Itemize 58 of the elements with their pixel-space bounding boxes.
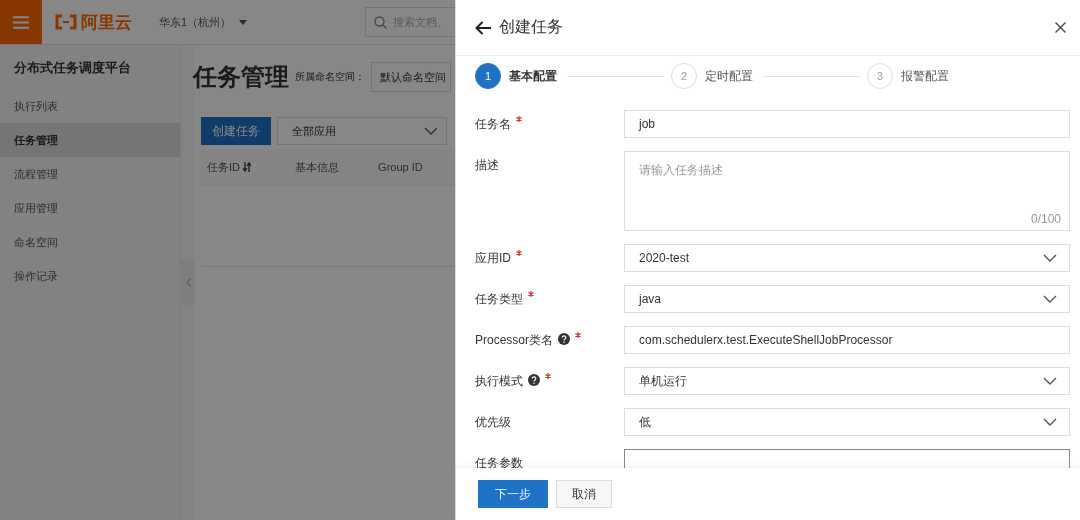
page-title: 任务管理 bbox=[193, 62, 289, 92]
field-label: 任务类型 bbox=[475, 292, 523, 306]
select-field[interactable]: 2020-test bbox=[624, 244, 1070, 272]
sidebar-item[interactable]: 命名空间 bbox=[0, 225, 180, 259]
back-arrow-icon[interactable] bbox=[475, 20, 491, 35]
input-field[interactable]: job bbox=[624, 110, 1070, 138]
field-label: 任务名 bbox=[475, 117, 511, 131]
chevron-down-icon bbox=[1043, 418, 1057, 426]
help-icon[interactable] bbox=[528, 374, 540, 386]
chevron-down-icon bbox=[424, 127, 438, 135]
platform-title: 分布式任务调度平台 bbox=[13, 59, 132, 77]
chevron-down-icon bbox=[1043, 377, 1057, 385]
sidebar-item[interactable]: 执行列表 bbox=[0, 89, 180, 123]
region-selector[interactable]: 华东1（杭州） bbox=[159, 14, 232, 30]
description-textarea[interactable]: 请输入任务描述 0/100 bbox=[624, 151, 1070, 231]
character-counter: 0/100 bbox=[1030, 212, 1061, 226]
step-label[interactable]: 定时配置 bbox=[705, 67, 753, 85]
field-label: 应用ID bbox=[475, 251, 511, 265]
drawer-title: 创建任务 bbox=[499, 17, 563, 37]
create-task-button[interactable]: 创建任务 bbox=[201, 117, 271, 145]
select-field[interactable]: 低 bbox=[624, 408, 1070, 436]
field-label: 执行模式 bbox=[475, 374, 523, 388]
sidebar-item[interactable]: 操作记录 bbox=[0, 259, 180, 293]
collapse-handle[interactable] bbox=[181, 259, 195, 305]
field-label: Processor类名 bbox=[475, 333, 554, 347]
step-number[interactable]: 1 bbox=[475, 63, 501, 89]
namespace-select[interactable]: 默认命名空间 bbox=[371, 62, 451, 92]
column-header: 基本信息 bbox=[295, 159, 340, 175]
caret-icon bbox=[239, 19, 248, 25]
sidebar-item[interactable]: 流程管理 bbox=[0, 157, 180, 191]
select-field[interactable]: 单机运行 bbox=[624, 367, 1070, 395]
field-label: 任务参数 bbox=[475, 456, 523, 468]
logo-icon bbox=[54, 14, 78, 30]
logo-text: 阿里云 bbox=[81, 11, 132, 34]
sidebar-item[interactable]: 任务管理 bbox=[0, 123, 180, 157]
select-field[interactable]: java bbox=[624, 285, 1070, 313]
input-field[interactable]: com.schedulerx.test.ExecuteShellJobProcessor bbox=[624, 326, 1070, 354]
menu-icon bbox=[13, 15, 29, 29]
app-filter-select[interactable]: 全部应用 bbox=[277, 117, 447, 145]
chevron-left-icon bbox=[185, 277, 191, 287]
field-label: 描述 bbox=[475, 158, 499, 172]
step-label[interactable]: 基本配置 bbox=[509, 67, 557, 85]
column-header: Group ID bbox=[378, 161, 423, 173]
namespace-label: 所属命名空间： bbox=[295, 70, 365, 84]
step-number[interactable]: 3 bbox=[867, 63, 893, 89]
sidebar-item[interactable]: 应用管理 bbox=[0, 191, 180, 225]
step-number[interactable]: 2 bbox=[671, 63, 697, 89]
next-button[interactable]: 下一步 bbox=[478, 480, 548, 508]
chevron-down-icon bbox=[1043, 295, 1057, 303]
column-header: 任务ID bbox=[207, 159, 240, 175]
field-label: 优先级 bbox=[475, 415, 511, 429]
cancel-button[interactable]: 取消 bbox=[556, 480, 612, 508]
step-label[interactable]: 报警配置 bbox=[901, 67, 949, 85]
help-icon[interactable] bbox=[558, 333, 571, 345]
sort-icon[interactable] bbox=[243, 162, 251, 172]
close-icon bbox=[1055, 22, 1066, 33]
chevron-down-icon bbox=[1043, 254, 1057, 262]
search-icon bbox=[374, 15, 387, 29]
